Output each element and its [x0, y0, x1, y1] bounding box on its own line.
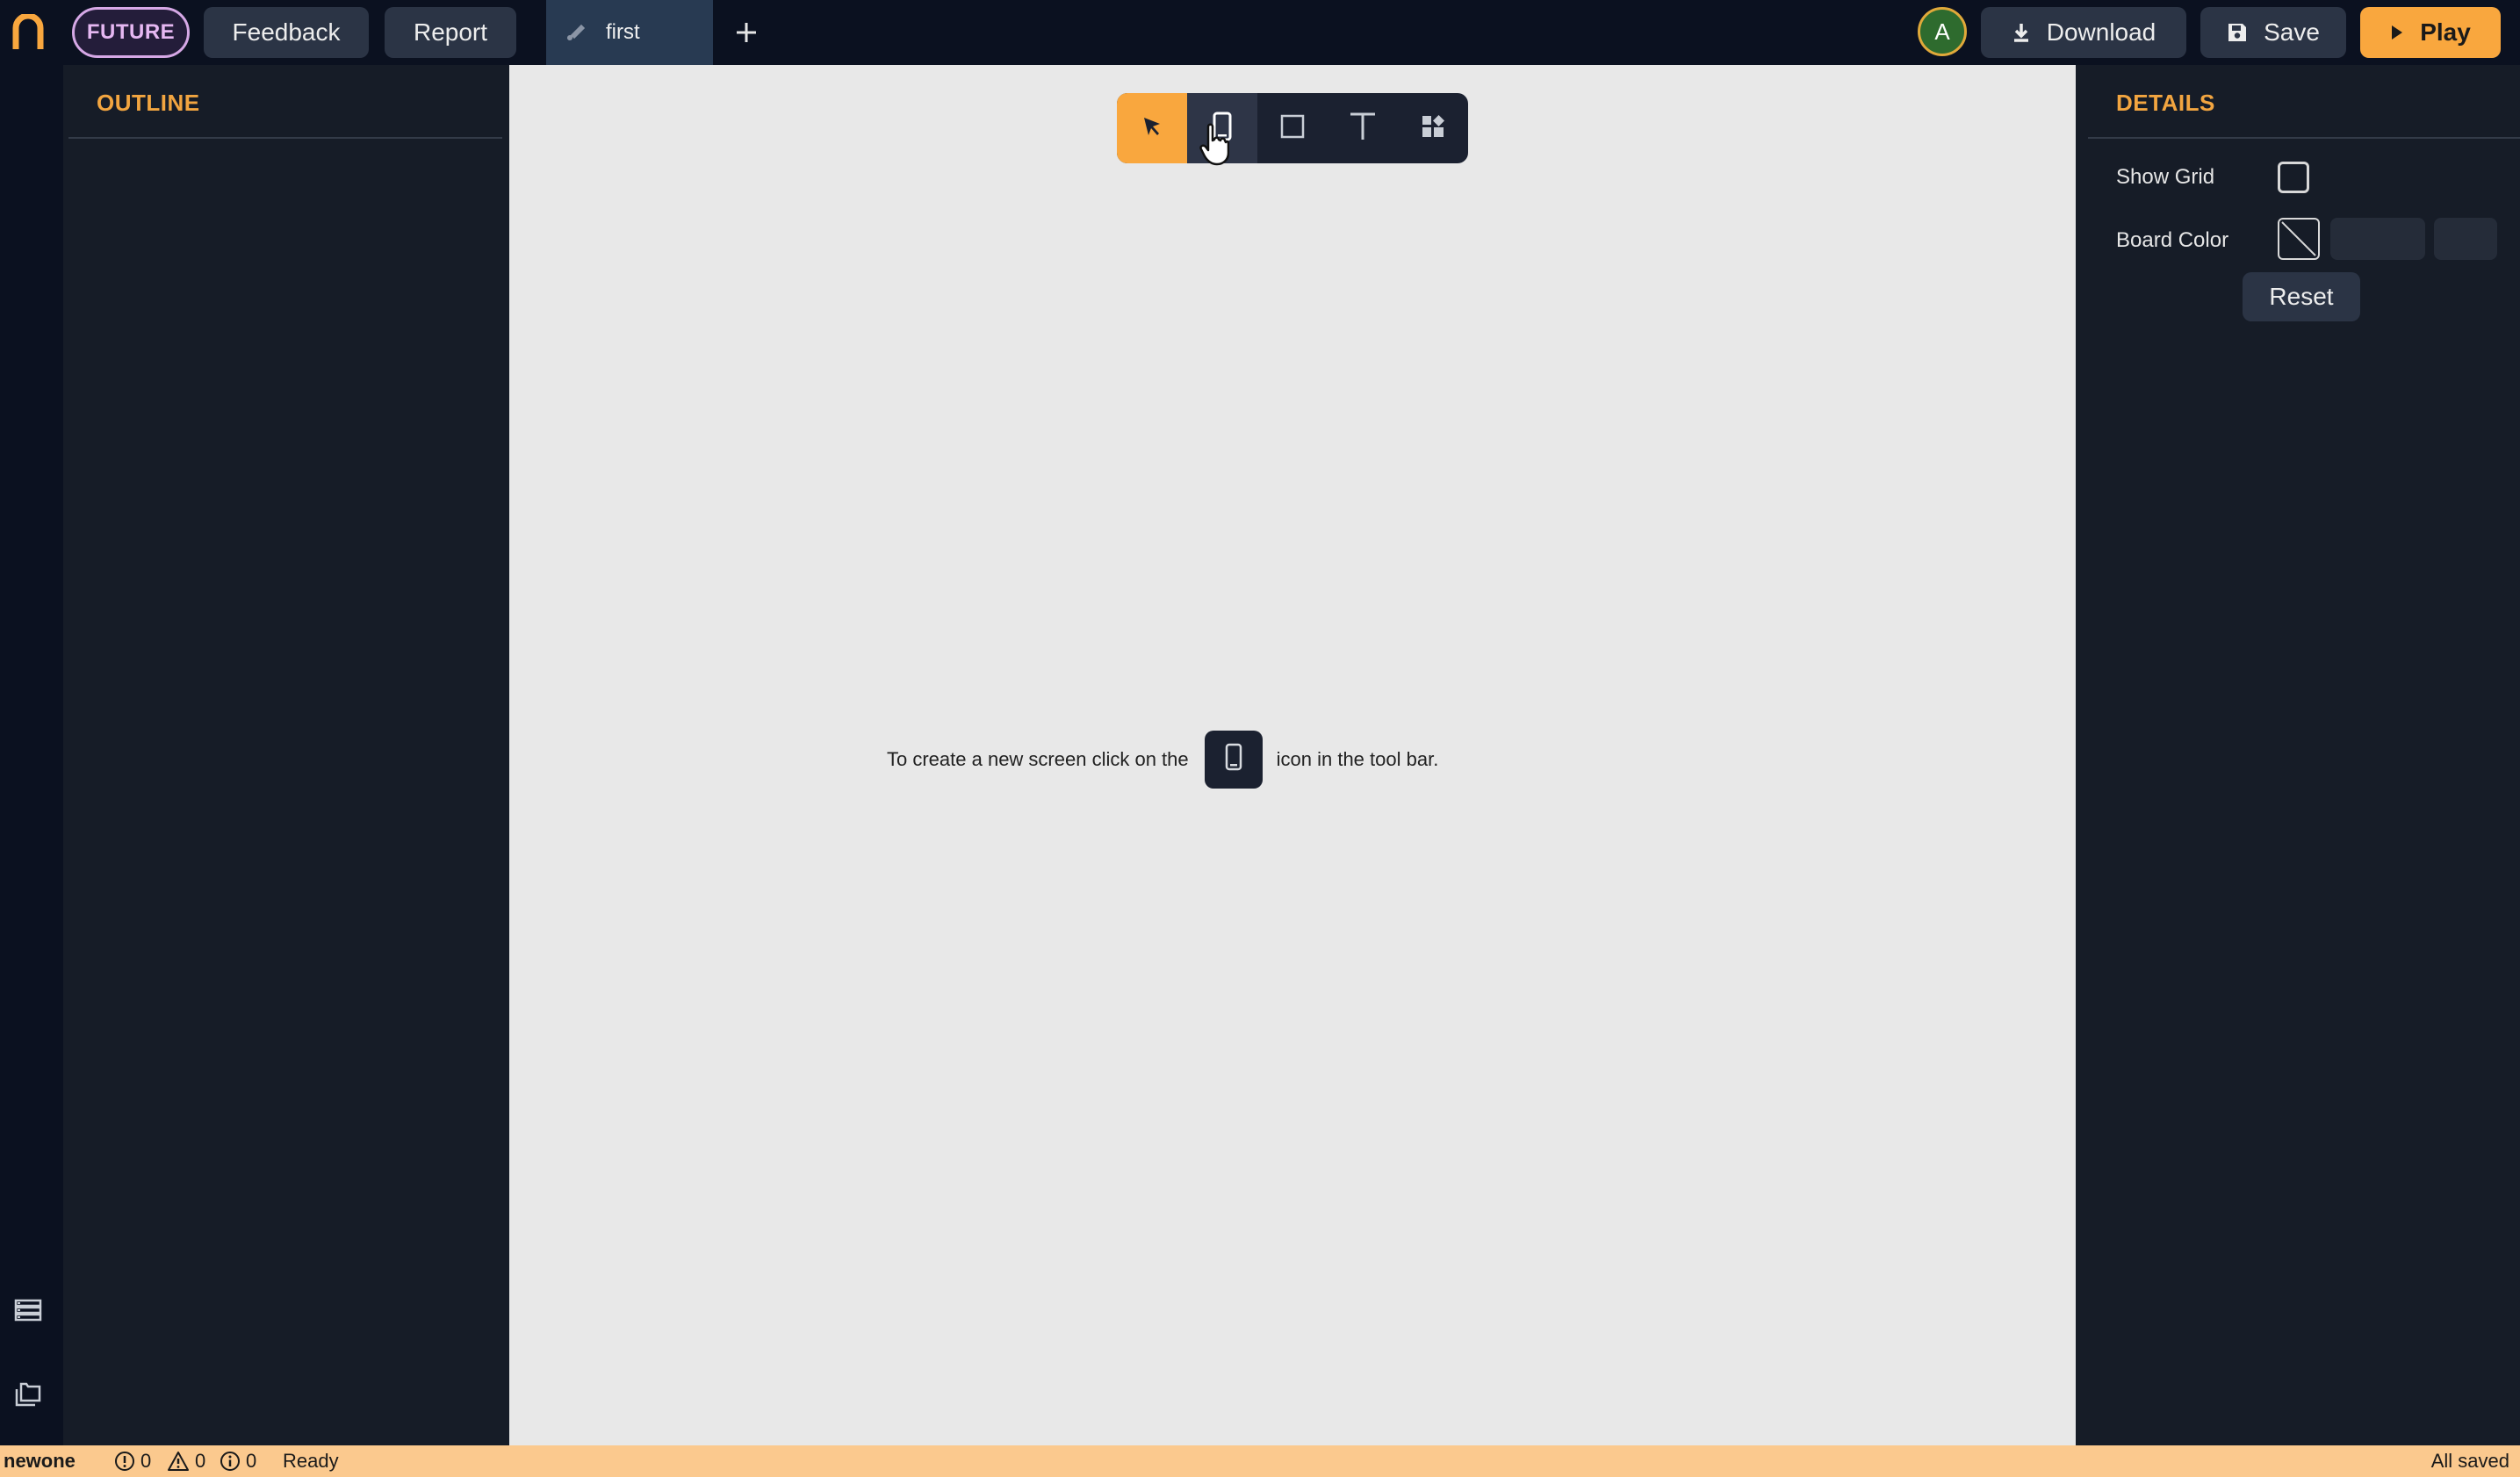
no-color-icon [2281, 221, 2316, 256]
phone-screen-icon [1224, 743, 1243, 776]
download-label: Download [2046, 18, 2156, 46]
play-label: Play [2420, 18, 2471, 46]
report-button[interactable]: Report [385, 7, 516, 58]
details-divider [2088, 137, 2520, 139]
hint-phone-chip [1204, 731, 1263, 789]
error-icon [115, 1452, 134, 1471]
reset-button[interactable]: Reset [2243, 272, 2360, 321]
brush-icon [565, 23, 585, 42]
download-icon [2012, 22, 2031, 43]
warning-icon [168, 1452, 189, 1471]
select-icon [1141, 115, 1163, 142]
future-badge[interactable]: FUTURE [72, 7, 190, 58]
outline-title: OUTLINE [97, 90, 200, 116]
files-icon[interactable] [12, 1379, 44, 1410]
status-text: Ready [283, 1450, 339, 1472]
layers-icon[interactable] [12, 1294, 44, 1326]
status-bar: newone 0 0 0 Ready All saved [0, 1445, 2520, 1477]
components-icon [1421, 114, 1445, 143]
add-tab-icon[interactable] [729, 12, 764, 53]
top-bar: FUTURE Feedback Report first A Download [0, 0, 2520, 65]
hint-text-after: icon in the tool bar. [1276, 748, 1439, 770]
board-color-swatch[interactable] [2278, 218, 2320, 260]
download-button[interactable]: Download [1981, 7, 2186, 58]
board-color-alpha-input[interactable] [2434, 218, 2497, 260]
warning-count[interactable]: 0 [167, 1450, 205, 1473]
rectangle-tool-button[interactable] [1257, 93, 1328, 163]
app-logo-icon[interactable] [11, 12, 46, 51]
play-button[interactable]: Play [2360, 7, 2501, 58]
error-count[interactable]: 0 [114, 1450, 151, 1473]
info-icon [220, 1452, 240, 1471]
board-color-hex-input[interactable] [2330, 218, 2425, 260]
outline-panel: OUTLINE [63, 65, 509, 1445]
save-icon [2227, 22, 2248, 43]
select-tool-button[interactable] [1117, 93, 1187, 163]
text-icon [1349, 112, 1377, 146]
tab-first[interactable]: first [546, 0, 713, 65]
rectangle-icon [1279, 113, 1306, 144]
components-tool-button[interactable] [1398, 93, 1468, 163]
save-label: Save [2264, 18, 2320, 46]
board-color-label: Board Color [2116, 228, 2229, 252]
left-rail [0, 65, 63, 1445]
hand-cursor-icon [1199, 123, 1230, 167]
project-name: newone [4, 1450, 76, 1472]
outline-divider [68, 137, 502, 139]
tab-label: first [606, 20, 640, 44]
empty-canvas-hint: To create a new screen click on the icon… [887, 731, 1438, 789]
play-icon [2390, 24, 2404, 41]
avatar[interactable]: A [1918, 7, 1967, 56]
info-count[interactable]: 0 [220, 1450, 256, 1473]
text-tool-button[interactable] [1328, 93, 1398, 163]
save-button[interactable]: Save [2200, 7, 2346, 58]
hint-text-before: To create a new screen click on the [887, 748, 1189, 770]
show-grid-checkbox[interactable] [2278, 162, 2309, 193]
details-title: DETAILS [2116, 90, 2215, 116]
feedback-button[interactable]: Feedback [204, 7, 369, 58]
canvas-toolbar [1117, 93, 1468, 163]
show-grid-label: Show Grid [2116, 165, 2215, 189]
save-status: All saved [2430, 1450, 2509, 1472]
